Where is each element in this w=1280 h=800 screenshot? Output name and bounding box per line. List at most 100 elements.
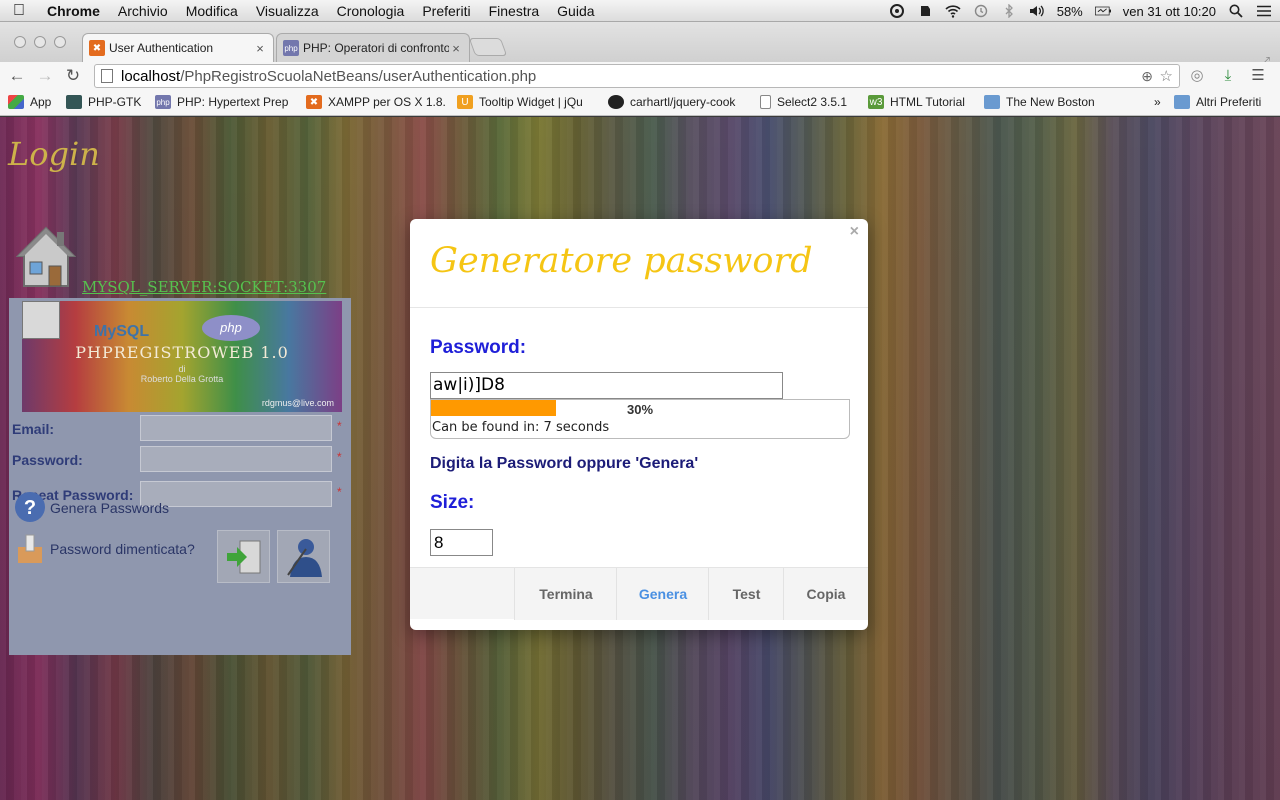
question-help-icon[interactable]: ? <box>14 491 46 523</box>
zoom-icon[interactable]: ⊕ <box>1141 68 1153 85</box>
bookmark-label: Select2 3.5.1 <box>777 95 848 109</box>
password-label: Password: <box>430 337 527 358</box>
size-label: Size: <box>430 492 475 513</box>
apple-menu-icon[interactable]:  <box>0 2 38 20</box>
bookmark-app[interactable]: App <box>8 95 51 109</box>
bookmark-xampp[interactable]: ✖ XAMPP per OS X 1.8. <box>306 95 446 109</box>
bookmark-label: carhartl/jquery-cook <box>630 95 736 109</box>
svg-text:?: ? <box>24 497 36 519</box>
php-icon: php <box>155 95 171 109</box>
copia-button[interactable]: Copia <box>783 568 868 620</box>
page-icon <box>760 95 771 109</box>
generate-passwords-link[interactable]: Genera Passwords <box>50 500 169 516</box>
forgot-password-icon[interactable] <box>14 533 46 565</box>
tab-php-operatori[interactable]: php PHP: Operatori di confronto × <box>276 33 470 62</box>
test-button[interactable]: Test <box>708 568 784 620</box>
php-icon: php <box>283 40 299 56</box>
menu-guida[interactable]: Guida <box>548 3 603 19</box>
app-banner: MySQL php PHPREGISTROWEB 1.0 di Roberto … <box>22 301 342 412</box>
login-button[interactable] <box>217 530 270 583</box>
apps-grid-icon <box>8 95 24 109</box>
bookmarks-overflow-button[interactable]: » <box>1154 95 1161 109</box>
email-label: Email: <box>12 421 55 437</box>
notification-center-icon[interactable] <box>1256 3 1272 19</box>
menu-modifica[interactable]: Modifica <box>177 3 247 19</box>
folder-icon <box>984 95 1000 109</box>
password-field[interactable] <box>140 446 332 472</box>
bookmark-html-tutorial[interactable]: w3 HTML Tutorial <box>868 95 965 109</box>
menu-cronologia[interactable]: Cronologia <box>328 3 414 19</box>
minimize-window-button[interactable] <box>34 36 46 48</box>
new-tab-button[interactable] <box>468 38 508 56</box>
close-icon[interactable]: × <box>850 223 859 241</box>
home-icon[interactable] <box>15 222 77 292</box>
bookmark-select2[interactable]: Select2 3.5.1 <box>760 95 847 109</box>
bookmark-new-boston[interactable]: The New Boston <box>984 95 1095 109</box>
battery-percent: 58% <box>1056 3 1083 19</box>
bookmark-star-icon[interactable]: ☆ <box>1160 67 1173 85</box>
modal-header-divider <box>410 307 868 308</box>
password-label: Password: <box>12 452 83 468</box>
menu-visualizza[interactable]: Visualizza <box>247 3 328 19</box>
jquery-icon: U <box>457 95 473 109</box>
mysql-server-link[interactable]: MYSQL_SERVER:SOCKET:3307 <box>82 278 326 296</box>
bookmark-tooltip-widget[interactable]: U Tooltip Widget | jQu <box>457 95 583 109</box>
menu-finestra[interactable]: Finestra <box>480 3 549 19</box>
bookmark-label: Tooltip Widget | jQu <box>479 95 583 109</box>
wifi-icon[interactable] <box>945 3 961 19</box>
macos-menubar:  Chrome Archivio Modifica Visualizza Cr… <box>0 0 1280 22</box>
email-field[interactable] <box>140 415 332 441</box>
window-controls <box>14 36 66 48</box>
bookmark-php-hypertext[interactable]: php PHP: Hypertext Prep <box>155 95 288 109</box>
download-icon[interactable]: ⤓ <box>1218 66 1238 86</box>
page-info-icon[interactable] <box>101 69 113 83</box>
gtk-icon <box>66 95 82 109</box>
php-logo: php <box>202 315 260 341</box>
address-bar[interactable]: localhost /PhpRegistroScuolaNetBeans/use… <box>94 64 1180 88</box>
page-background: Login MYSQL_SERVER:SOCKET:3307 MySQL php… <box>0 117 1280 800</box>
sync-icon[interactable] <box>889 3 905 19</box>
extension-icon[interactable]: ◎ <box>1187 66 1207 86</box>
bookmark-php-gtk[interactable]: PHP-GTK <box>66 95 141 109</box>
bookmark-label: Altri Preferiti <box>1196 95 1262 109</box>
xampp-icon: ✖ <box>306 95 322 109</box>
evernote-icon[interactable] <box>917 3 933 19</box>
termina-button[interactable]: Termina <box>514 568 617 620</box>
bookmark-other-folder[interactable]: Altri Preferiti <box>1174 95 1261 109</box>
menu-app-chrome[interactable]: Chrome <box>38 3 109 19</box>
bookmark-label: PHP: Hypertext Prep <box>177 95 289 109</box>
forward-arrow-icon[interactable]: → <box>35 66 55 86</box>
volume-icon[interactable] <box>1029 3 1045 19</box>
user-silhouette-icon <box>286 538 322 577</box>
forgot-password-link[interactable]: Password dimenticata? <box>50 541 195 557</box>
bluetooth-icon[interactable] <box>1001 3 1017 19</box>
modal-footer: Termina Genera Test Copia <box>410 567 868 620</box>
back-arrow-icon[interactable]: ← <box>7 66 27 86</box>
w3-icon: w3 <box>868 95 884 109</box>
close-tab-icon[interactable]: × <box>449 41 463 56</box>
menu-archivio[interactable]: Archivio <box>109 3 177 19</box>
login-heading: Login <box>8 135 100 173</box>
tab-user-authentication[interactable]: ✖ User Authentication × <box>82 33 274 62</box>
zoom-window-button[interactable] <box>54 36 66 48</box>
close-tab-icon[interactable]: × <box>253 41 267 56</box>
bookmark-jquery-cookie[interactable]: carhartl/jquery-cook <box>608 95 735 109</box>
reload-icon[interactable]: ↻ <box>63 66 83 86</box>
chrome-menu-icon[interactable]: ☰ <box>1248 66 1268 86</box>
password-strength-meter: 30% Can be found in: 7 seconds <box>430 399 850 439</box>
browser-toolbar: ← → ↻ localhost /PhpRegistroScuolaNetBea… <box>0 62 1280 90</box>
close-window-button[interactable] <box>14 36 26 48</box>
menu-preferiti[interactable]: Preferiti <box>413 3 479 19</box>
genera-button[interactable]: Genera <box>616 568 709 620</box>
menubar-clock[interactable]: ven 31 ott 10:20 <box>1123 4 1216 19</box>
github-icon <box>608 95 624 109</box>
size-field[interactable]: 8 <box>430 529 493 556</box>
battery-icon[interactable] <box>1094 3 1111 19</box>
crack-time-text: Can be found in: 7 seconds <box>432 420 610 435</box>
login-panel: MySQL php PHPREGISTROWEB 1.0 di Roberto … <box>9 298 351 655</box>
generated-password-field[interactable]: aw|i)]D8 <box>430 372 783 399</box>
register-user-button[interactable] <box>277 530 330 583</box>
spotlight-search-icon[interactable] <box>1228 3 1244 19</box>
time-machine-icon[interactable] <box>973 3 989 19</box>
url-path: /PhpRegistroScuolaNetBeans/userAuthentic… <box>180 67 537 85</box>
